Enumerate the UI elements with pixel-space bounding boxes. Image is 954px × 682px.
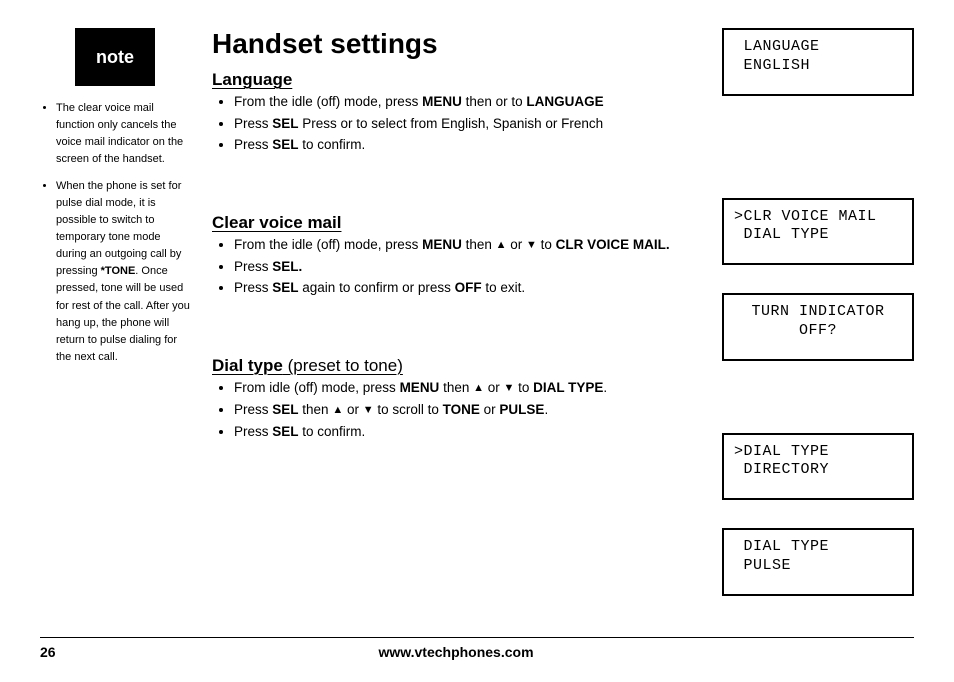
txt: then or to xyxy=(462,94,527,109)
kw-tone: TONE xyxy=(443,402,480,417)
kw-clr-voice-mail: CLR VOICE MAIL. xyxy=(556,237,670,252)
page-footer: 26 www.vtechphones.com xyxy=(40,637,914,660)
step: Press SEL then ▲ or ▼ to scroll to TONE … xyxy=(234,400,690,420)
txt: to confirm. xyxy=(299,424,366,439)
up-arrow-icon: ▲ xyxy=(473,381,484,397)
step: Press SEL to confirm. xyxy=(234,422,690,442)
lcd-dial-type-menu: >DIAL TYPE DIRECTORY xyxy=(722,433,914,501)
heading-strong: Dial type xyxy=(212,356,283,375)
page-number: 26 xyxy=(40,644,190,660)
txt: or xyxy=(484,380,504,395)
spacer xyxy=(722,500,914,528)
lcd-clr-voice-mail: >CLR VOICE MAIL DIAL TYPE xyxy=(722,198,914,266)
txt: From the idle (off) mode, press xyxy=(234,237,422,252)
kw-sel: SEL xyxy=(272,424,298,439)
kw-menu: MENU xyxy=(422,94,462,109)
lcd-language: LANGUAGE ENGLISH xyxy=(722,28,914,96)
spacer xyxy=(722,361,914,433)
step: Press SEL. xyxy=(234,257,690,277)
kw-sel: SEL xyxy=(272,116,298,131)
note-text: . Once pressed, tone will be used for re… xyxy=(56,265,190,362)
spacer xyxy=(722,265,914,293)
txt: then xyxy=(439,380,473,395)
txt: then xyxy=(299,402,333,417)
note-text: When the phone is set for pulse dial mod… xyxy=(56,180,181,277)
down-arrow-icon: ▼ xyxy=(363,403,374,419)
txt: Press or to select from English, Spanish… xyxy=(299,116,604,131)
txt: Press xyxy=(234,116,272,131)
txt: or xyxy=(507,237,527,252)
txt: Press xyxy=(234,137,272,152)
kw-menu: MENU xyxy=(400,380,440,395)
language-steps: From the idle (off) mode, press MENU the… xyxy=(212,92,690,155)
kw-pulse: PULSE xyxy=(499,402,544,417)
section-language: Language From the idle (off) mode, press… xyxy=(212,70,690,155)
lcd-turn-indicator-off: TURN INDICATOR OFF? xyxy=(722,293,914,361)
txt: again to confirm or press xyxy=(299,280,455,295)
lcd-column: LANGUAGE ENGLISH >CLR VOICE MAIL DIAL TY… xyxy=(722,28,914,628)
kw-dial-type: DIAL TYPE xyxy=(533,380,603,395)
txt: Press xyxy=(234,402,272,417)
note-sidebar: note The clear voice mail function only … xyxy=(40,28,190,628)
kw-sel: SEL. xyxy=(272,259,302,274)
footer-pad xyxy=(722,644,914,660)
txt: to xyxy=(514,380,533,395)
footer-url: www.vtechphones.com xyxy=(190,644,722,660)
kw-off: OFF xyxy=(455,280,482,295)
txt: . xyxy=(544,402,548,417)
note-item: The clear voice mail function only cance… xyxy=(56,100,190,168)
heading-note: (preset to tone) xyxy=(283,356,403,375)
txt: to xyxy=(537,237,556,252)
kw-sel: SEL xyxy=(272,137,298,152)
main-content: Handset settings Language From the idle … xyxy=(212,28,700,628)
step: From the idle (off) mode, press MENU the… xyxy=(234,92,690,112)
txt: or xyxy=(480,402,500,417)
step: From the idle (off) mode, press MENU the… xyxy=(234,235,690,255)
txt: Press xyxy=(234,259,272,274)
txt: Press xyxy=(234,424,272,439)
section-dial-type: Dial type (preset to tone) From idle (of… xyxy=(212,356,690,441)
kw-sel: SEL xyxy=(272,280,298,295)
txt: From idle (off) mode, press xyxy=(234,380,400,395)
note-item: When the phone is set for pulse dial mod… xyxy=(56,178,190,366)
kw-menu: MENU xyxy=(422,237,462,252)
heading-dial-type: Dial type (preset to tone) xyxy=(212,356,690,376)
up-arrow-icon: ▲ xyxy=(332,403,343,419)
kw-sel: SEL xyxy=(272,402,298,417)
step: Press SEL again to confirm or press OFF … xyxy=(234,278,690,298)
spacer xyxy=(722,96,914,198)
clear-steps: From the idle (off) mode, press MENU the… xyxy=(212,235,690,298)
note-bold: *TONE xyxy=(101,265,136,277)
down-arrow-icon: ▼ xyxy=(526,238,537,254)
txt: or xyxy=(343,402,363,417)
txt: to scroll to xyxy=(374,402,443,417)
heading-language: Language xyxy=(212,70,690,90)
txt: to confirm. xyxy=(299,137,366,152)
kw-language: LANGUAGE xyxy=(526,94,603,109)
lcd-dial-type-pulse: DIAL TYPE PULSE xyxy=(722,528,914,596)
section-clear-voice-mail: Clear voice mail From the idle (off) mod… xyxy=(212,213,690,298)
txt: Press xyxy=(234,280,272,295)
step: From idle (off) mode, press MENU then ▲ … xyxy=(234,378,690,398)
step: Press SEL to confirm. xyxy=(234,135,690,155)
txt: From the idle (off) mode, press xyxy=(234,94,422,109)
txt: to exit. xyxy=(482,280,526,295)
txt: then xyxy=(462,237,496,252)
down-arrow-icon: ▼ xyxy=(504,381,515,397)
page-title: Handset settings xyxy=(212,28,690,60)
step: Press SEL Press or to select from Englis… xyxy=(234,114,690,134)
txt: . xyxy=(603,380,607,395)
heading-clear-voice-mail: Clear voice mail xyxy=(212,213,690,233)
page-body: note The clear voice mail function only … xyxy=(40,28,914,628)
up-arrow-icon: ▲ xyxy=(496,238,507,254)
note-badge: note xyxy=(75,28,155,86)
note-list: The clear voice mail function only cance… xyxy=(40,100,190,366)
dial-steps: From idle (off) mode, press MENU then ▲ … xyxy=(212,378,690,441)
